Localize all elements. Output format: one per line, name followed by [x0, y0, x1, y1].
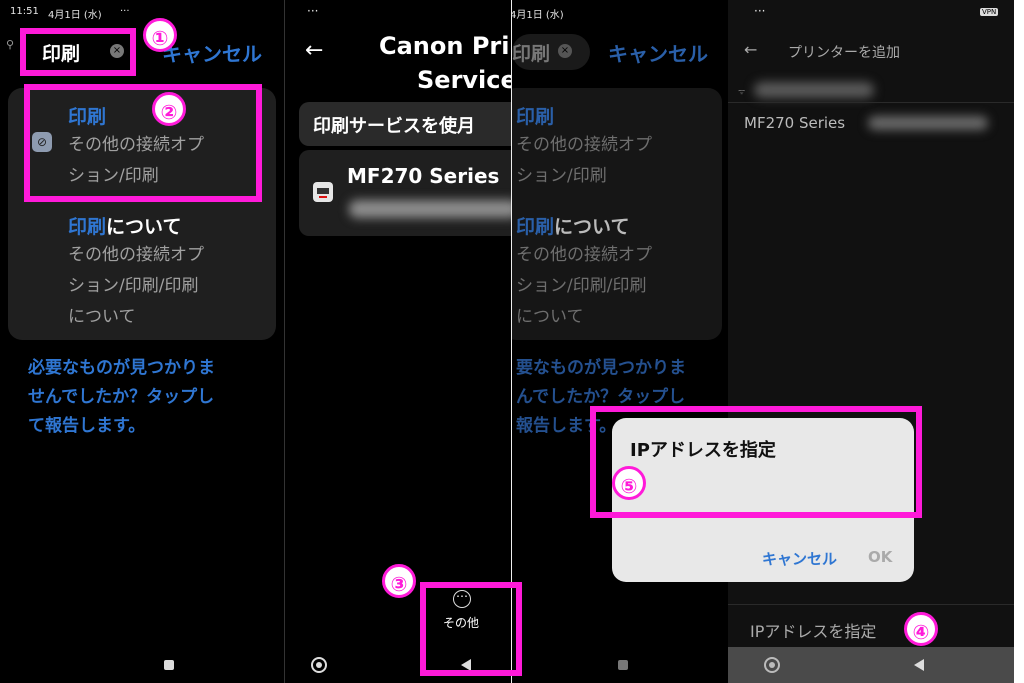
nav-bar: [0, 645, 284, 683]
result-title: 印刷について: [68, 216, 182, 238]
wifi-icon: ᯤ: [738, 87, 746, 96]
service-toggle-label: 印刷サービスを使月: [313, 116, 475, 137]
back-arrow-icon[interactable]: ←: [305, 38, 323, 63]
status-dots: ···: [120, 6, 130, 17]
redacted-address: [349, 200, 511, 218]
back-arrow-icon[interactable]: ←: [744, 40, 757, 59]
nav-bar: [728, 647, 1014, 683]
panel-divider: [511, 0, 512, 683]
redacted-wifi: [754, 82, 874, 98]
step-2-badge: ②: [152, 92, 186, 126]
printer-item[interactable]: MF270 Series: [299, 150, 511, 236]
result-subtitle-2: ション/印刷/印刷: [516, 276, 647, 296]
step-1-badge: ①: [143, 18, 177, 52]
printer-name: MF270 Series: [347, 164, 500, 188]
panel-edge: [1014, 0, 1024, 580]
result-title: 印刷: [516, 106, 555, 128]
highlight-dialog: [590, 406, 922, 518]
step-5-badge: ⑤: [612, 466, 646, 500]
status-date: 4月1日 (水): [512, 10, 564, 21]
nav-bar: [512, 645, 728, 683]
status-date: 4月1日 (水): [48, 10, 102, 21]
result-title: 印刷について: [516, 216, 630, 238]
page-title-line2: Service: [417, 66, 511, 94]
printer-name[interactable]: MF270 Series: [744, 114, 845, 132]
step-3-badge: ③: [382, 564, 416, 598]
feedback-link[interactable]: 必要なものが見つかりま せんでしたか？タップし て報告します。: [28, 354, 215, 441]
status-dots: ···: [307, 4, 319, 18]
dialog-ok-button[interactable]: OK: [868, 548, 892, 566]
search-icon: ⚲: [6, 38, 15, 51]
recents-icon[interactable]: [164, 660, 174, 670]
dialog-cancel-button[interactable]: キャンセル: [762, 548, 837, 569]
printer-icon: [313, 182, 333, 202]
result-subtitle-2: ション/印刷/印刷: [68, 276, 199, 296]
result-subtitle-3: について: [68, 307, 136, 327]
home-icon[interactable]: [311, 657, 327, 673]
step-4-badge: ④: [904, 612, 938, 646]
search-input[interactable]: 印刷 ×: [512, 34, 590, 70]
divider: [728, 604, 1014, 605]
home-icon[interactable]: [764, 657, 780, 673]
recents-icon[interactable]: [618, 660, 628, 670]
status-dots: ···: [754, 4, 766, 18]
divider: [728, 102, 1014, 103]
back-icon[interactable]: [914, 659, 924, 671]
result-subtitle-3: について: [516, 307, 584, 327]
status-time: 11:51: [10, 6, 39, 17]
clear-icon[interactable]: ×: [558, 44, 572, 58]
panel-divider: [284, 0, 285, 683]
result-subtitle-1: その他の接続オプ: [516, 135, 652, 155]
page-title-line1: Canon Pri: [379, 32, 510, 60]
highlight-more: [420, 582, 522, 676]
cancel-button[interactable]: キャンセル: [162, 38, 262, 67]
highlight-search: [20, 28, 136, 76]
search-query: 印刷: [512, 43, 551, 65]
service-toggle-row[interactable]: 印刷サービスを使月: [299, 102, 511, 146]
cancel-button[interactable]: キャンセル: [608, 38, 708, 67]
page-title: プリンターを追加: [788, 45, 900, 61]
vpn-badge: VPN: [980, 8, 999, 16]
result-subtitle-1: その他の接続オプ: [516, 245, 652, 265]
result-subtitle-1: その他の接続オプ: [68, 245, 204, 265]
result-subtitle-2: ション/印刷: [516, 166, 607, 186]
result-item[interactable]: 印刷について その他の接続オプ ション/印刷/印刷 について: [8, 208, 276, 336]
specify-ip-button[interactable]: IPアドレスを指定: [750, 618, 876, 642]
highlight-result: [24, 84, 262, 202]
redacted-address: [868, 116, 988, 130]
